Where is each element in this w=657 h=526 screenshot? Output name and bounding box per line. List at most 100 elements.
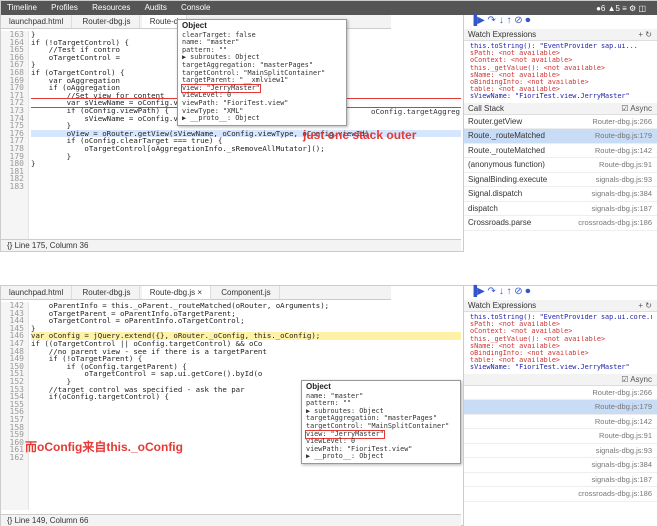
watch-expression[interactable]: sViewName: "FioriTest.view.JerryMaster" <box>470 364 652 371</box>
toolbar-status-icons[interactable]: ●6 ▲5 ≡ ⚙ ◫ <box>590 2 652 15</box>
callstack-frame[interactable]: signals-dbg.js:384 <box>464 458 657 473</box>
watch-expression[interactable]: oBindingInfo: <not available> <box>470 350 652 357</box>
watch-list: this.toString(): "EventProvider sap.ui.c… <box>464 312 657 374</box>
callstack-frame[interactable]: Route-dbg.js:179 <box>464 400 657 415</box>
add-watch-icon[interactable]: + ↻ <box>638 30 652 39</box>
watch-expression[interactable]: this.toString(): "EventProvider sap.ui.c… <box>470 314 652 321</box>
frame-function: (anonymous function) <box>468 160 545 170</box>
callstack-title: Call Stack <box>468 103 505 113</box>
frame-location: Route-dbg.js:91 <box>599 431 652 441</box>
line-gutter: 142 143 144 145 146 147 148 149 150 151 152 153 154 1… <box>1 302 29 510</box>
watch-expression[interactable]: this._getValue(): <not available> <box>470 65 652 72</box>
add-watch-icon[interactable]: + ↻ <box>638 301 652 310</box>
file-tab[interactable]: Router-dbg.js <box>75 286 140 299</box>
tab-audits[interactable]: Audits <box>139 1 173 14</box>
file-tab[interactable]: launchpad.html <box>1 286 73 299</box>
async-checkbox[interactable]: ☑ Async <box>621 375 652 384</box>
frame-location: Route-dbg.js:179 <box>594 131 652 141</box>
callstack-header[interactable]: ☑ Async <box>464 373 657 386</box>
watch-expression[interactable]: oBindingInfo: <not available> <box>470 79 652 86</box>
callstack-frame[interactable]: Route-dbg.js:91 <box>464 429 657 444</box>
watch-title: Watch Expressions <box>468 30 537 39</box>
frame-location: signals-dbg.js:384 <box>591 189 652 199</box>
devtools-panel-bottom: launchpad.html Router-dbg.js Route-dbg.j… <box>0 285 657 526</box>
watch-expression[interactable]: oContext: <not available> <box>470 328 652 335</box>
popup-property[interactable]: ▶ __proto__: Object <box>182 115 342 123</box>
popup-property[interactable]: ▶ __proto__: Object <box>306 453 456 461</box>
watch-list: this.toString(): "EventProvider sap.ui..… <box>464 41 657 103</box>
watch-expression[interactable]: table: <not available> <box>470 357 652 364</box>
line-number: 183 <box>9 181 24 191</box>
tab-resources[interactable]: Resources <box>86 1 136 14</box>
code-line: oTargetControl = oParentInfo.oTargetCont… <box>31 316 245 326</box>
callstack-frame[interactable]: Router.getView Router-dbg.js:266 <box>464 115 657 130</box>
debugger-controls[interactable]: ▐▶ ↷ ↓ ↑ ⊘ ⏺ <box>470 15 530 26</box>
watch-expression[interactable]: sPath: <not available> <box>470 50 652 57</box>
callstack-frame[interactable]: SignalBinding.execute signals-dbg.js:93 <box>464 173 657 188</box>
frame-location: signals-dbg.js:187 <box>591 203 652 213</box>
frame-location: Router-dbg.js:266 <box>592 116 652 126</box>
file-tab[interactable]: Route-dbg.js × <box>141 286 212 299</box>
line-gutter: 163 164 165 166 167 168 169 170 171 172 173 174 175 1… <box>1 31 29 241</box>
frame-location: Route-dbg.js:142 <box>594 416 652 426</box>
callstack-frame[interactable]: Crossroads.parse crossroads-dbg.js:186 <box>464 216 657 231</box>
watch-expression[interactable]: sName: <not available> <box>470 343 652 350</box>
callstack-header[interactable]: Call Stack ☑ Async <box>464 102 657 115</box>
file-tabs: launchpad.html Router-dbg.js Route-dbg.j… <box>1 286 391 300</box>
frame-location: Router-dbg.js:266 <box>592 387 652 397</box>
watch-expression[interactable]: sName: <not available> <box>470 72 652 79</box>
popup-title: Object <box>306 382 331 391</box>
frame-function: Route._routeMatched <box>468 145 545 155</box>
callstack-frame[interactable]: Route._routeMatched Route-dbg.js:179 <box>464 129 657 144</box>
debugger-controls[interactable]: ▐▶ ↷ ↓ ↑ ⊘ ⏺ <box>470 286 530 297</box>
watch-expression[interactable]: this._getValue(): <not available> <box>470 336 652 343</box>
object-popup: Object clearTarget: false name: "master" p… <box>177 19 347 126</box>
tab-console[interactable]: Console <box>175 1 216 14</box>
devtools-toolbar: Timeline Profiles Resources Audits Conso… <box>1 1 657 15</box>
callstack-frame[interactable]: signals-dbg.js:187 <box>464 473 657 488</box>
frame-location: crossroads-dbg.js:186 <box>578 218 652 228</box>
watch-header[interactable]: Watch Expressions + ↻ <box>464 29 657 41</box>
devtools-panel-top: Timeline Profiles Resources Audits Conso… <box>0 0 657 252</box>
debugger-sidebar: ▐▶ ↷ ↓ ↑ ⊘ ⏺ Watch Expressions + ↻ this.… <box>463 286 657 526</box>
frame-function: dispatch <box>468 203 498 213</box>
callstack-list: Router.getView Router-dbg.js:266 Route._ro… <box>464 115 657 231</box>
line-number: 162 <box>9 452 24 462</box>
callstack-frame[interactable]: Route._routeMatched Route-dbg.js:142 <box>464 144 657 159</box>
callstack-frame[interactable]: Signal.dispatch signals-dbg.js:384 <box>464 187 657 202</box>
async-checkbox[interactable]: ☑ Async <box>621 104 652 113</box>
callstack-frame[interactable]: (anonymous function) Route-dbg.js:91 <box>464 158 657 173</box>
callstack-frame[interactable]: Router-dbg.js:266 <box>464 386 657 401</box>
file-tab[interactable]: launchpad.html <box>1 15 73 28</box>
watch-expression[interactable]: sViewName: "FioriTest.view.JerryMaster" <box>470 93 652 100</box>
frame-location: crossroads-dbg.js:186 <box>578 489 652 499</box>
object-popup: Object name: "master" pattern: "" ▶ subrou… <box>301 380 461 464</box>
status-bar: {} Line 175, Column 36 <box>1 239 461 251</box>
watch-expression[interactable]: this.toString(): "EventProvider sap.ui..… <box>470 43 652 50</box>
frame-location: signals-dbg.js:384 <box>591 460 652 470</box>
annotation-label: 而oConfig来自this._oConfig <box>25 440 183 454</box>
callstack-frame[interactable]: Route-dbg.js:142 <box>464 415 657 430</box>
frame-location: Route-dbg.js:91 <box>599 160 652 170</box>
tab-timeline[interactable]: Timeline <box>1 1 43 14</box>
frame-location: signals-dbg.js:93 <box>595 445 652 455</box>
cursor-position: Line 149, Column 66 <box>14 516 89 525</box>
frame-location: Route-dbg.js:179 <box>594 402 652 412</box>
callstack-frame[interactable]: dispatch signals-dbg.js:187 <box>464 202 657 217</box>
watch-expression[interactable]: table: <not available> <box>470 86 652 93</box>
callstack-frame[interactable]: crossroads-dbg.js:186 <box>464 487 657 502</box>
cursor-position: Line 175, Column 36 <box>14 241 89 250</box>
frame-location: signals-dbg.js:187 <box>591 474 652 484</box>
tab-profiles[interactable]: Profiles <box>45 1 84 14</box>
file-tab[interactable]: Component.js <box>213 286 280 299</box>
frame-function: SignalBinding.execute <box>468 174 548 184</box>
watch-expression[interactable]: sPath: <not available> <box>470 321 652 328</box>
watch-expression[interactable]: oContext: <not available> <box>470 57 652 64</box>
watch-header[interactable]: Watch Expressions + ↻ <box>464 300 657 312</box>
callstack-frame[interactable]: signals-dbg.js:93 <box>464 444 657 459</box>
code-line: oTargetControl = sap.ui.getCore().byId(o <box>31 369 263 379</box>
frame-function: Router.getView <box>468 116 523 126</box>
file-tab[interactable]: Router-dbg.js <box>75 15 140 28</box>
braces-icon[interactable]: {} <box>7 516 12 525</box>
braces-icon[interactable]: {} <box>7 241 12 250</box>
